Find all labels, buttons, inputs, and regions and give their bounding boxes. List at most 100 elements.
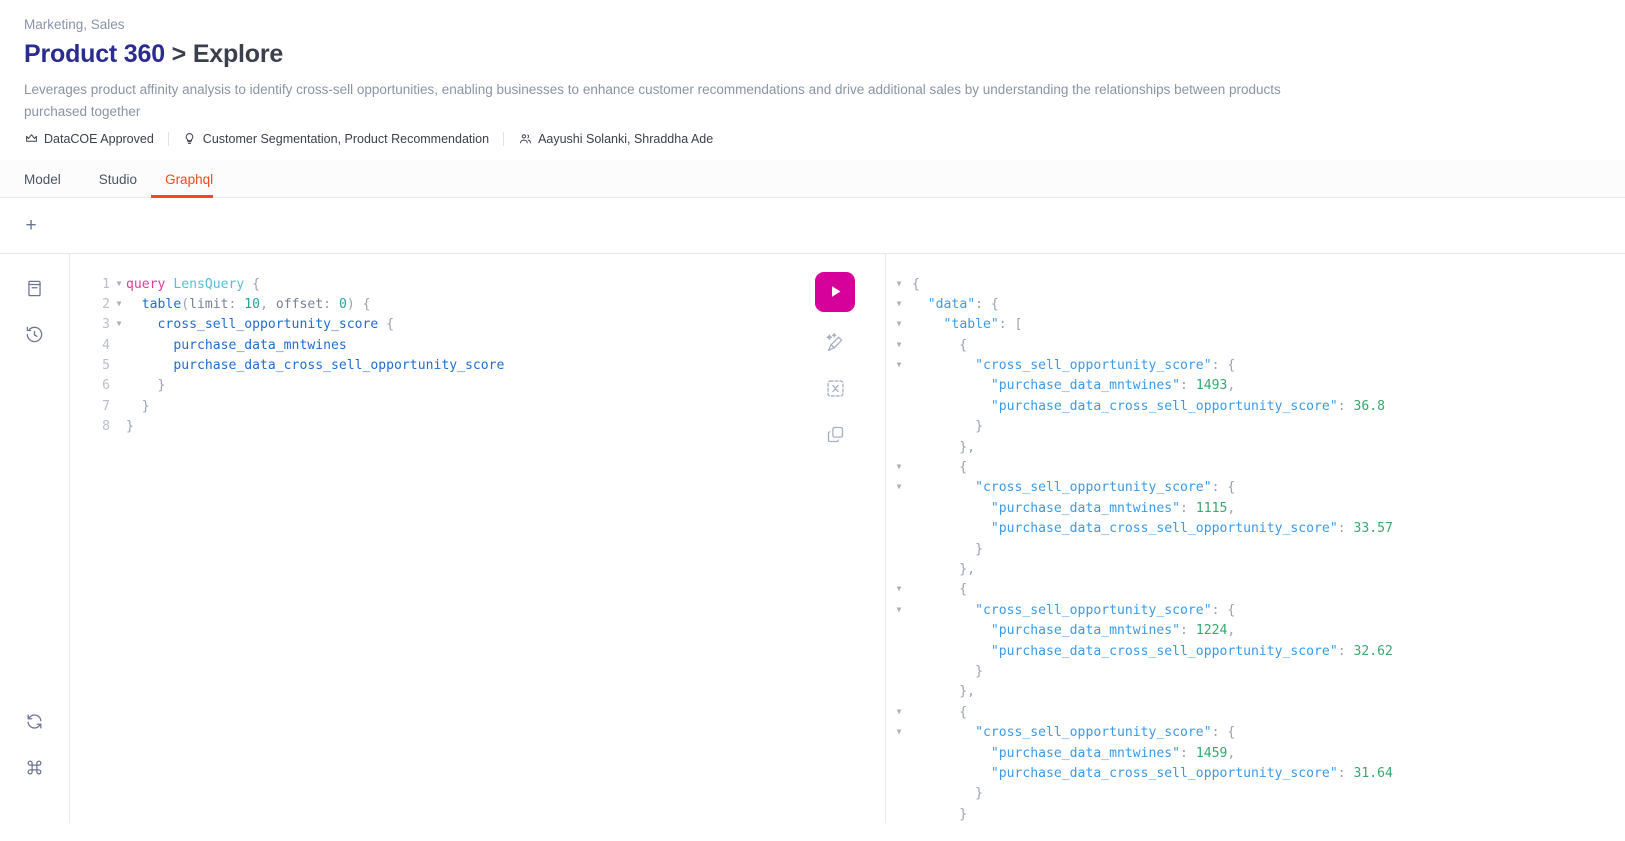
json-token: "purchase_data_cross_sell_opportunity_sc…	[990, 765, 1338, 781]
json-token: : {	[1211, 602, 1236, 618]
fold-toggle-icon[interactable]: ▼	[886, 294, 912, 314]
result-line: ▼ "purchase_data_mntwines": 1493,	[886, 375, 1625, 395]
result-line: ▼ "purchase_data_cross_sell_opportunity_…	[886, 518, 1625, 538]
tab-studio[interactable]: Studio	[85, 173, 151, 197]
result-line: ▼ "table": [	[886, 314, 1625, 334]
add-tab-button[interactable]: +	[20, 214, 42, 236]
editor-line: 7▼ }	[70, 396, 885, 416]
fold-toggle-icon[interactable]: ▼	[886, 355, 912, 375]
fold-toggle-icon[interactable]: ▼	[886, 457, 912, 477]
json-token: :	[1180, 745, 1196, 761]
json-token: "data"	[927, 296, 976, 312]
fold-toggle-icon[interactable]: ▼	[112, 314, 126, 334]
fold-toggle-icon[interactable]: ▼	[886, 702, 912, 722]
result-line: ▼ {	[886, 335, 1625, 355]
history-icon[interactable]	[18, 318, 52, 352]
json-token: "purchase_data_cross_sell_opportunity_sc…	[990, 521, 1338, 537]
fold-spacer: ▼	[112, 416, 126, 436]
fold-spacer: ▼	[112, 375, 126, 395]
fold-spacer: ▼	[886, 518, 912, 538]
result-line: ▼ }	[886, 804, 1625, 823]
json-token: "cross_sell_opportunity_score"	[975, 602, 1212, 618]
code-token: query	[126, 276, 174, 292]
query-editor-code[interactable]: 1 ▼ query LensQuery {2 ▼ table(limit: 10, o…	[70, 254, 885, 437]
editor-line: 8▼}	[70, 416, 885, 436]
fold-toggle-icon[interactable]: ▼	[886, 477, 912, 497]
fold-spacer: ▼	[886, 743, 912, 763]
editor-line: 4▼ purchase_data_mntwines	[70, 335, 885, 355]
fold-spacer: ▼	[886, 783, 912, 803]
code-token: purchase_data_cross_sell_opportunity_sco…	[173, 358, 505, 374]
json-token: },	[912, 561, 976, 577]
bulb-icon	[183, 132, 197, 146]
fold-toggle-icon[interactable]: ▼	[886, 335, 912, 355]
graphiql-body: 1 ▼ query LensQuery {2 ▼ table(limit: 10, o…	[0, 253, 1625, 823]
json-token: : {	[975, 296, 999, 312]
json-token: {	[912, 460, 968, 476]
result-line: ▼ "cross_sell_opportunity_score": {	[886, 722, 1625, 742]
json-token: 36.8	[1353, 398, 1386, 414]
json-token: "purchase_data_mntwines"	[990, 378, 1181, 394]
json-token: "cross_sell_opportunity_score"	[975, 480, 1212, 496]
copy-icon[interactable]	[818, 418, 852, 452]
refresh-icon[interactable]	[18, 705, 52, 739]
query-editor-pane[interactable]: 1 ▼ query LensQuery {2 ▼ table(limit: 10, o…	[70, 253, 885, 823]
tab-model[interactable]: Model	[24, 173, 75, 197]
line-number: 8	[102, 419, 110, 435]
execute-query-button[interactable]	[815, 271, 855, 312]
breadcrumb: Marketing, Sales	[24, 17, 125, 32]
merge-icon[interactable]	[818, 372, 852, 406]
meta-owners: Aayushi Solanki, Shraddha Ade	[504, 132, 727, 146]
fold-spacer: ▼	[886, 498, 912, 518]
result-line: ▼ "purchase_data_mntwines": 1459,	[886, 743, 1625, 763]
fold-toggle-icon[interactable]: ▼	[886, 274, 912, 294]
page-title-lead: Product 360	[24, 39, 165, 68]
json-token: :	[1337, 521, 1354, 537]
docs-icon[interactable]	[18, 272, 52, 306]
line-number: 4	[102, 337, 110, 353]
json-token: },	[912, 439, 976, 455]
code-token: :	[228, 296, 245, 312]
fold-toggle-icon[interactable]: ▼	[886, 579, 912, 599]
fold-toggle-icon[interactable]: ▼	[886, 722, 912, 742]
meta-usecases-label: Customer Segmentation, Product Recommend…	[202, 131, 490, 146]
json-token: :	[1337, 643, 1354, 659]
json-token: "purchase_data_cross_sell_opportunity_sc…	[990, 398, 1338, 414]
meta-owners-label: Aayushi Solanki, Shraddha Ade	[538, 131, 714, 146]
json-token: 1224	[1195, 623, 1228, 639]
json-token: }	[912, 419, 983, 435]
fold-toggle-icon[interactable]: ▼	[886, 314, 912, 334]
fold-toggle-icon[interactable]: ▼	[886, 600, 912, 620]
prettify-icon[interactable]	[818, 326, 852, 360]
code-token: LensQuery	[173, 276, 245, 292]
result-line: ▼ },	[886, 559, 1625, 579]
query-result-pane[interactable]: ▼{▼ "data": {▼ "table": [▼ {▼ "cross_sel…	[885, 253, 1625, 823]
fold-toggle-icon[interactable]: ▼	[112, 294, 126, 314]
code-token: (	[181, 296, 190, 312]
query-result-json[interactable]: ▼{▼ "data": {▼ "table": [▼ {▼ "cross_sel…	[886, 254, 1625, 823]
tab-graphql[interactable]: Graphql	[151, 173, 227, 198]
fold-spacer: ▼	[886, 416, 912, 436]
json-token: }	[912, 786, 983, 802]
fold-spacer: ▼	[886, 804, 912, 823]
command-icon[interactable]	[18, 751, 52, 785]
code-token: {	[244, 276, 261, 292]
code-token: }	[126, 378, 166, 394]
json-token: :	[1180, 623, 1196, 639]
json-token: 1493	[1195, 378, 1228, 394]
fold-toggle-icon[interactable]: ▼	[112, 274, 126, 294]
meta-approval: DataCOE Approved	[24, 132, 168, 146]
json-token: ,	[1227, 623, 1236, 639]
metadata-row: DataCOE Approved Customer Segmentation, …	[24, 131, 1601, 160]
